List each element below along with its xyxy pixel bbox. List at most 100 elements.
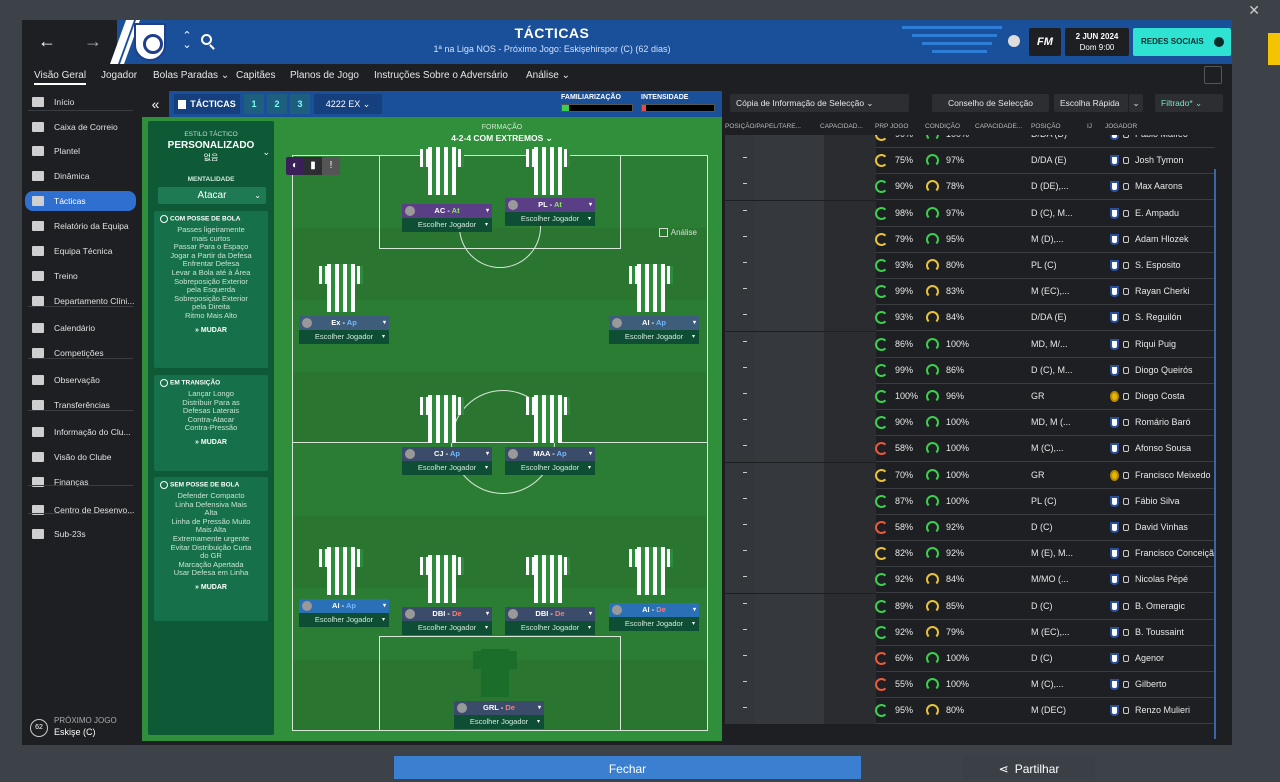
lock-icon[interactable] xyxy=(1123,602,1129,610)
position-card[interactable]: GRL - De ▾ Escolher Jogador ▾ xyxy=(454,701,544,729)
sidebar-item[interactable]: Visão do Clube xyxy=(25,447,136,467)
menu-item[interactable]: Visão Geral xyxy=(34,70,87,85)
table-row[interactable]: 58% 100% M (C),... Afonso Sousa xyxy=(725,436,1215,463)
table-row[interactable]: 87% 100% PL (C) Fábio Silva xyxy=(725,488,1215,515)
table-row[interactable]: 86% 100% MD, M/... Riqui Puig xyxy=(725,331,1215,358)
lock-icon[interactable] xyxy=(1123,262,1129,269)
lock-icon[interactable] xyxy=(1123,135,1129,138)
player-name[interactable]: Nicolas Pépé xyxy=(1135,574,1215,584)
shirt-icon[interactable] xyxy=(420,549,464,603)
column-header[interactable]: POSIÇÃO/PAPEL/TARE... xyxy=(725,123,801,130)
sidebar-item[interactable]: Sub-23s xyxy=(25,524,136,544)
menu-item[interactable]: Planos de Jogo xyxy=(290,70,359,81)
sidebar-item[interactable]: Tácticas xyxy=(25,191,136,211)
share-button[interactable]: ⋖ Partilhar xyxy=(963,756,1095,779)
copy-selection-button[interactable]: Cópia de Informação de Selecção ⌄ xyxy=(730,94,909,112)
player-name[interactable]: E. Ampadu xyxy=(1135,208,1215,218)
menu-item[interactable]: Bolas Paradas ⌄ xyxy=(153,70,229,81)
lock-icon[interactable] xyxy=(1123,497,1129,505)
player-name[interactable]: S. Reguilón xyxy=(1135,312,1215,322)
player-name[interactable]: Fábio Silva xyxy=(1135,496,1215,506)
table-row[interactable]: 55% 100% M (C),... Gilberto xyxy=(725,672,1215,699)
table-row[interactable]: 93% 80% PL (C) S. Esposito xyxy=(725,253,1215,279)
club-switch-icon[interactable]: ⌃ ⌄ xyxy=(182,31,192,51)
info-icon[interactable]: ! xyxy=(322,157,340,175)
sidebar-item[interactable]: Departamento Clíni... xyxy=(25,291,136,311)
lock-icon[interactable] xyxy=(1123,419,1129,427)
sidebar-item[interactable]: Transferências xyxy=(25,395,136,415)
selection-advice-button[interactable]: Conselho de Selecção xyxy=(932,94,1049,112)
sidebar-item[interactable]: Calendário xyxy=(25,318,136,338)
player-name[interactable]: Max Aarons xyxy=(1135,181,1215,191)
lock-icon[interactable] xyxy=(1123,576,1129,584)
lock-icon[interactable] xyxy=(1123,681,1129,689)
lock-icon[interactable] xyxy=(1123,209,1129,217)
close-icon[interactable]: ✕ xyxy=(1248,2,1260,19)
sidebar-item[interactable]: Dinâmica xyxy=(25,166,136,186)
globe-icon[interactable] xyxy=(1008,35,1020,47)
close-button[interactable]: Fechar xyxy=(394,756,861,779)
lock-icon[interactable] xyxy=(1123,288,1129,296)
column-header[interactable]: CAPACIDADE... xyxy=(975,123,1022,130)
lock-icon[interactable] xyxy=(1123,471,1129,479)
menu-item[interactable]: Instruções Sobre o Adversário xyxy=(374,70,508,81)
player-name[interactable]: Gilberto xyxy=(1135,679,1215,689)
sidebar-item[interactable]: Informação do Clu... xyxy=(25,422,136,442)
familiarity-bar[interactable] xyxy=(561,104,633,112)
player-name[interactable]: Diogo Costa xyxy=(1135,391,1215,401)
lock-icon[interactable] xyxy=(1123,707,1129,715)
lock-icon[interactable] xyxy=(1123,157,1129,165)
club-crest-icon[interactable] xyxy=(134,23,166,61)
tactic-slot-1[interactable]: 1 xyxy=(244,94,264,114)
table-row[interactable]: 75% 97% D/DA (E) Josh Tymon xyxy=(725,148,1215,175)
menu-item[interactable]: Capitães xyxy=(236,70,275,81)
column-header[interactable]: CONDIÇÃO xyxy=(925,123,960,130)
shirt-icon[interactable] xyxy=(420,141,464,195)
sidebar-item[interactable]: Plantel xyxy=(25,141,136,161)
shirt-icon[interactable] xyxy=(526,549,570,603)
tactics-label-button[interactable]: TÁCTICAS xyxy=(174,94,240,114)
player-name[interactable]: Renzo Mulieri xyxy=(1135,705,1215,715)
sidebar-item[interactable]: Centro de Desenvo... xyxy=(25,500,136,520)
position-card[interactable]: AI - De ▾ Escolher Jogador ▾ xyxy=(609,603,699,631)
table-row[interactable]: 79% 95% M (D),... Adam Hlozek xyxy=(725,226,1215,253)
table-row[interactable]: 90% 78% D (DE),... Max Aarons xyxy=(725,174,1215,201)
formation-select[interactable]: 4222 EX ⌄ xyxy=(314,94,382,114)
column-header[interactable]: CAPACIDAD... xyxy=(820,123,863,130)
player-name[interactable]: Riqui Puig xyxy=(1135,339,1215,349)
change-in-possession-button[interactable]: » MUDAR xyxy=(154,327,268,334)
column-header[interactable]: POSIÇÃO xyxy=(1031,123,1061,130)
mentality-select[interactable]: Atacar ⌄ xyxy=(158,187,266,204)
shirt-icon[interactable] xyxy=(319,258,363,312)
analysis-link[interactable]: Análise xyxy=(658,228,697,238)
lock-icon[interactable] xyxy=(1123,655,1129,662)
table-row[interactable]: 90% 100% D/DA (D) Pablo Maffeo xyxy=(725,135,1215,148)
player-name[interactable]: B. Toussaint xyxy=(1135,627,1215,637)
lock-icon[interactable] xyxy=(1123,550,1129,558)
table-row[interactable]: 95% 80% M (DEC) Renzo Mulieri xyxy=(725,698,1215,725)
table-row[interactable]: 100% 96% GR Diogo Costa xyxy=(725,384,1215,410)
collapse-icon[interactable]: « xyxy=(142,91,169,117)
position-card[interactable]: AI - Ap ▾ Escolher Jogador ▾ xyxy=(299,599,389,627)
intensity-bar[interactable] xyxy=(641,104,715,112)
quick-pick-button[interactable]: Escolha Rápida xyxy=(1054,94,1128,112)
sidebar-item[interactable]: Treino xyxy=(25,266,136,286)
lock-icon[interactable] xyxy=(1123,445,1129,453)
player-name[interactable]: S. Esposito xyxy=(1135,260,1215,270)
edit-icon[interactable] xyxy=(1204,66,1222,84)
sidebar-item[interactable]: Equipa Técnica xyxy=(25,241,136,261)
player-name[interactable]: Afonso Sousa xyxy=(1135,443,1215,453)
menu-item[interactable]: Análise ⌄ xyxy=(526,70,570,81)
filter-button[interactable]: Filtrado* ⌄ xyxy=(1155,94,1223,112)
menu-item[interactable]: Jogador xyxy=(101,70,137,81)
lock-icon[interactable] xyxy=(1123,314,1129,322)
player-name[interactable]: Pablo Maffeo xyxy=(1135,135,1215,139)
position-card[interactable]: MAA - Ap ▾ Escolher Jogador ▾ xyxy=(505,447,595,475)
player-name[interactable]: Adam Hlozek xyxy=(1135,234,1215,244)
sidebar-item[interactable]: Caixa de Correio xyxy=(25,117,136,137)
stats-icon[interactable]: ▮ xyxy=(304,157,322,175)
position-card[interactable]: Ex - Ap ▾ Escolher Jogador ▾ xyxy=(299,316,389,344)
table-row[interactable]: 82% 92% M (E), M... Francisco Conceição xyxy=(725,541,1215,568)
position-card[interactable]: AI - Ap ▾ Escolher Jogador ▾ xyxy=(609,316,699,344)
search-icon[interactable] xyxy=(201,34,212,45)
